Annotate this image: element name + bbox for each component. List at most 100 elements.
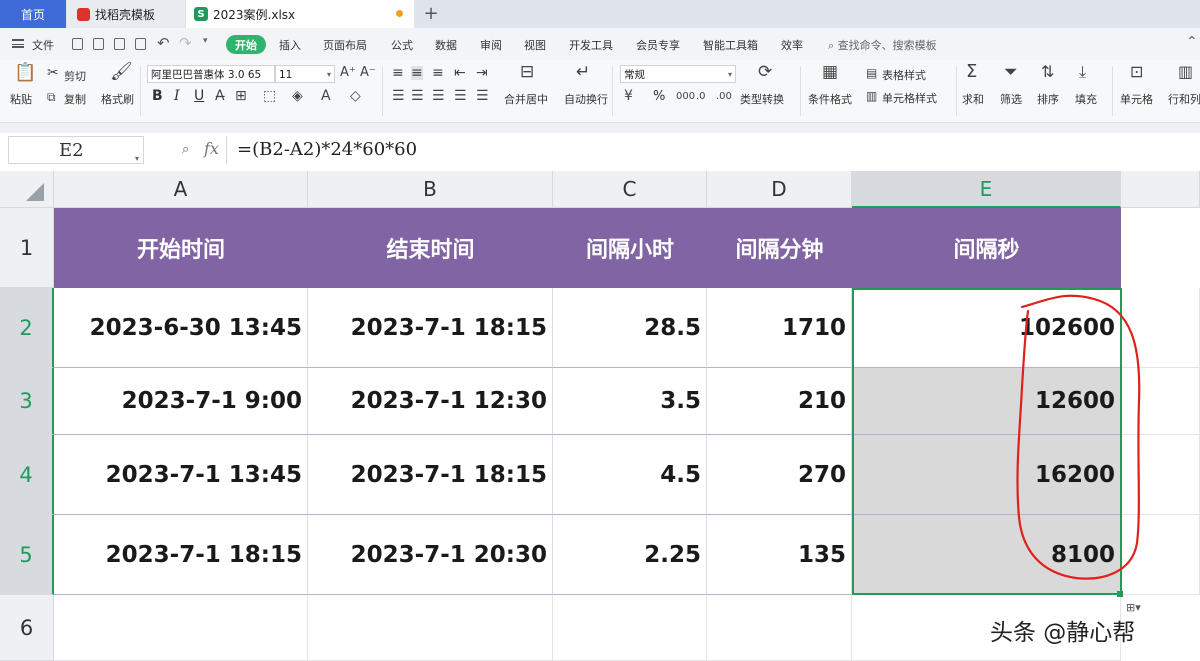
row-header-5[interactable]: 5 <box>0 515 54 595</box>
cell-d4[interactable]: 270 <box>707 435 852 515</box>
font-size-select[interactable]: 11 ▾ <box>275 65 335 83</box>
percent-button[interactable]: % <box>653 89 665 104</box>
menu-file[interactable]: 文件 <box>32 37 54 53</box>
sort-button[interactable]: 排序 <box>1037 91 1059 107</box>
print-preview-icon[interactable] <box>135 38 146 50</box>
fill-format-icon[interactable]: ⬚ <box>263 89 276 103</box>
italic-button[interactable]: I <box>174 88 180 104</box>
fill-icon[interactable]: ⤓ <box>1079 64 1086 80</box>
conditional-format-icon[interactable]: ▦ <box>822 64 838 81</box>
align-left-icon[interactable]: ☰ <box>392 89 405 103</box>
cell-a5[interactable]: 2023-7-1 18:15 <box>54 515 308 595</box>
name-box[interactable]: E2 ▾ <box>8 136 144 164</box>
merge-center-icon[interactable]: ⊟ <box>520 64 534 81</box>
cell-d3[interactable]: 210 <box>707 368 852 435</box>
format-painter-button[interactable]: 格式刷 <box>101 91 134 107</box>
header-cell-a[interactable]: 开始时间 <box>54 208 308 288</box>
type-convert-icon[interactable]: ⟳ <box>758 64 772 81</box>
row-header-1[interactable]: 1 <box>0 208 54 288</box>
spreadsheet-grid[interactable]: A B C D E 1 2 3 4 5 6 开始时间 结束时间 间隔小时 间隔分钟 间隔秒 2023-6-30 … <box>0 171 1200 661</box>
cell-style-button[interactable]: 单元格样式 <box>882 90 937 106</box>
sum-icon[interactable]: Σ <box>966 63 977 81</box>
save-icon[interactable] <box>72 38 83 50</box>
format-painter-icon[interactable]: 🖌 <box>110 63 133 81</box>
redo-icon[interactable]: ↷ <box>179 34 192 52</box>
align-center-icon[interactable]: ☰ <box>411 89 424 103</box>
conditional-format-button[interactable]: 条件格式 <box>808 91 852 107</box>
menu-icon[interactable] <box>12 39 24 48</box>
tab-data[interactable]: 数据 <box>435 37 457 53</box>
align-middle-icon[interactable]: ≡ <box>411 66 423 80</box>
font-grow-icon[interactable]: A⁺ <box>340 66 356 80</box>
cell-f5[interactable] <box>1121 515 1200 595</box>
type-convert-button[interactable]: 类型转换 <box>740 91 784 107</box>
bold-button[interactable]: B <box>152 88 163 104</box>
font-color-icon[interactable]: A <box>321 89 331 103</box>
cell-c4[interactable]: 4.5 <box>553 435 707 515</box>
cell-a4[interactable]: 2023-7-1 13:45 <box>54 435 308 515</box>
sort-icon[interactable]: ⇅ <box>1041 64 1054 80</box>
font-shrink-icon[interactable]: A⁻ <box>360 66 376 80</box>
cell-b5[interactable]: 2023-7-1 20:30 <box>308 515 553 595</box>
tab-template[interactable]: 找稻壳模板 <box>67 0 185 28</box>
zoom-icon[interactable]: ⌕ <box>182 142 189 157</box>
cut-button[interactable]: 剪切 <box>64 68 86 84</box>
sum-button[interactable]: 求和 <box>962 91 984 107</box>
currency-icon[interactable]: ¥ <box>624 89 633 103</box>
column-header-f[interactable] <box>1121 171 1200 208</box>
wrap-text-button[interactable]: 自动换行 <box>564 91 608 107</box>
underline-button[interactable]: U <box>194 88 204 104</box>
cell-e3[interactable]: 12600 <box>852 368 1121 435</box>
tab-home[interactable]: 首页 <box>0 0 66 28</box>
select-all-corner[interactable] <box>0 171 54 208</box>
row-col-icon[interactable]: ▥ <box>1178 64 1193 80</box>
fill-button[interactable]: 填充 <box>1075 91 1097 107</box>
collapse-ribbon-icon[interactable]: ⌃ <box>1186 34 1198 50</box>
command-search[interactable]: ⌕ 查找命令、搜索模板 <box>828 37 937 53</box>
row-header-2[interactable]: 2 <box>0 288 54 368</box>
cell-a6[interactable] <box>54 595 308 661</box>
cell-f3[interactable] <box>1121 368 1200 435</box>
column-header-c[interactable]: C <box>553 171 707 208</box>
cell-button[interactable]: 单元格 <box>1120 91 1153 107</box>
scissors-icon[interactable]: ✂ <box>47 66 59 80</box>
cell-d6[interactable] <box>707 595 852 661</box>
tab-start[interactable]: 开始 <box>226 35 266 54</box>
indent-icon[interactable]: ⇥ <box>476 66 488 80</box>
filter-button[interactable]: 筛选 <box>1000 91 1022 107</box>
cell-icon[interactable]: ⊡ <box>1130 64 1143 80</box>
print-icon[interactable] <box>114 38 125 50</box>
table-style-icon[interactable]: ▤ <box>866 66 877 80</box>
cell-d2[interactable]: 1710 <box>707 288 852 368</box>
copy-icon[interactable]: ⧉ <box>47 90 56 104</box>
font-name-select[interactable]: 阿里巴巴普惠体 3.0 65 <box>147 65 275 83</box>
tab-file[interactable]: S 2023案例.xlsx <box>186 0 414 28</box>
table-style-button[interactable]: 表格样式 <box>882 67 926 83</box>
column-header-b[interactable]: B <box>308 171 553 208</box>
formula-input[interactable]: =(B2-A2)*24*60*60 <box>226 136 1196 164</box>
cell-c3[interactable]: 3.5 <box>553 368 707 435</box>
borders-icon[interactable]: ⊞ <box>235 89 247 103</box>
justify-icon[interactable]: ☰ <box>454 89 467 103</box>
tab-developer[interactable]: 开发工具 <box>569 37 613 53</box>
undo-icon[interactable]: ↶ <box>157 34 170 52</box>
cell-c2[interactable]: 28.5 <box>553 288 707 368</box>
cell-c6[interactable] <box>553 595 707 661</box>
tab-review[interactable]: 审阅 <box>480 37 502 53</box>
thousands-icon[interactable]: 000 <box>676 90 695 104</box>
paste-icon[interactable]: 📋 <box>14 64 36 82</box>
column-header-a[interactable]: A <box>54 171 308 208</box>
cell-b2[interactable]: 2023-7-1 18:15 <box>308 288 553 368</box>
number-format-select[interactable]: 常规 ▾ <box>620 65 736 83</box>
wrap-text-icon[interactable]: ↵ <box>576 64 590 81</box>
cell-c5[interactable]: 2.25 <box>553 515 707 595</box>
align-bottom-icon[interactable]: ≡ <box>432 66 444 80</box>
customize-chevron-icon[interactable]: ▾ <box>203 36 208 46</box>
cell-b4[interactable]: 2023-7-1 18:15 <box>308 435 553 515</box>
header-cell-c[interactable]: 间隔小时 <box>553 208 707 288</box>
cell-a3[interactable]: 2023-7-1 9:00 <box>54 368 308 435</box>
column-header-d[interactable]: D <box>707 171 852 208</box>
tab-member[interactable]: 会员专享 <box>636 37 680 53</box>
increase-decimal-icon[interactable]: .0 <box>696 90 706 104</box>
tab-view[interactable]: 视图 <box>524 37 546 53</box>
